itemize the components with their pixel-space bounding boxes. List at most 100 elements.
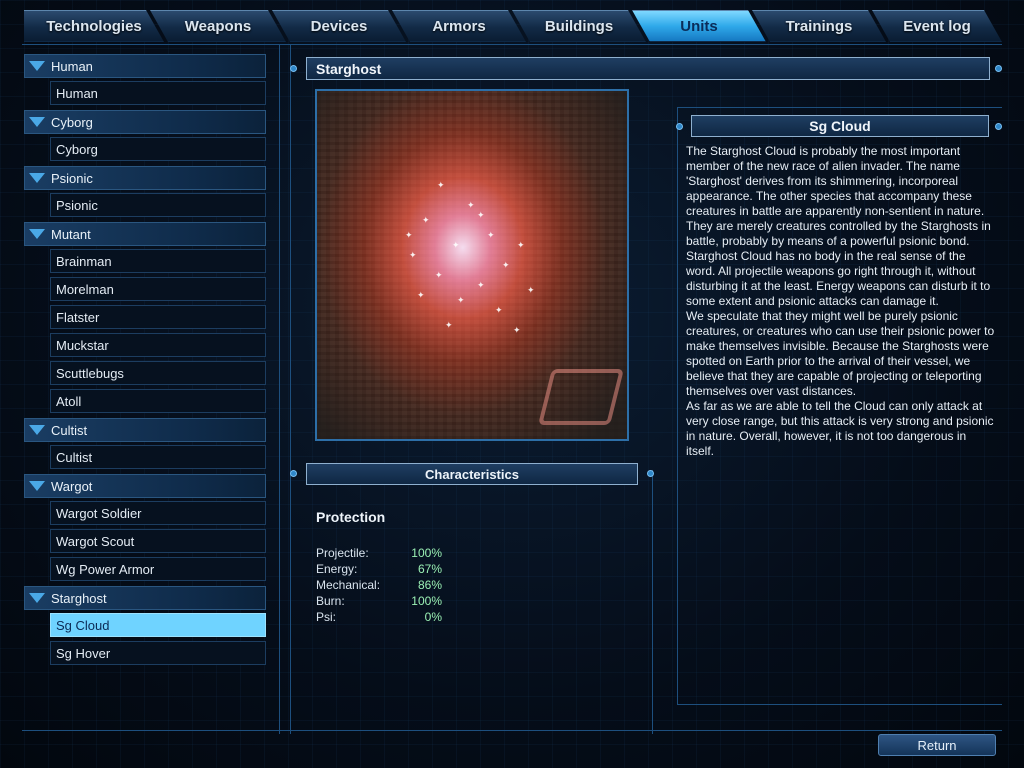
list-item-atoll[interactable]: Atoll bbox=[50, 389, 266, 413]
connector-dot bbox=[290, 65, 297, 72]
stat-value: 100% bbox=[411, 546, 442, 560]
sparkle-icon: ✦ bbox=[517, 240, 525, 250]
sparkle-icon: ✦ bbox=[437, 180, 445, 190]
list-item-wargot-scout[interactable]: Wargot Scout bbox=[50, 529, 266, 553]
sparkle-icon: ✦ bbox=[527, 285, 535, 295]
group-header-cyborg[interactable]: Cyborg bbox=[24, 110, 266, 134]
group-label: Human bbox=[51, 58, 93, 74]
list-item-scuttlebugs[interactable]: Scuttlebugs bbox=[50, 361, 266, 385]
stat-label: Projectile: bbox=[316, 546, 369, 560]
tab-armors[interactable]: Armors bbox=[392, 10, 526, 42]
list-item-morelman[interactable]: Morelman bbox=[50, 277, 266, 301]
sparkle-icon: ✦ bbox=[405, 230, 413, 240]
frame-line bbox=[22, 44, 1002, 45]
stat-label: Energy: bbox=[316, 562, 358, 576]
group-header-human[interactable]: Human bbox=[24, 54, 266, 78]
expand-triangle-icon bbox=[29, 425, 45, 435]
list-item-flatster[interactable]: Flatster bbox=[50, 305, 266, 329]
connector-dot bbox=[676, 123, 683, 130]
tab-devices[interactable]: Devices bbox=[272, 10, 406, 42]
sparkle-icon: ✦ bbox=[422, 215, 430, 225]
category-title-text: Starghost bbox=[316, 60, 382, 77]
stat-row-burn: Burn: 100% bbox=[316, 594, 442, 610]
stat-label: Burn: bbox=[316, 594, 345, 608]
expand-triangle-icon bbox=[29, 593, 45, 603]
stat-label: Mechanical: bbox=[316, 578, 381, 592]
list-item-muckstar[interactable]: Muckstar bbox=[50, 333, 266, 357]
connector-dot bbox=[995, 65, 1002, 72]
stat-value: 100% bbox=[411, 594, 442, 608]
sparkle-icon: ✦ bbox=[417, 290, 425, 300]
expand-triangle-icon bbox=[29, 481, 45, 491]
category-title: Starghost bbox=[306, 57, 990, 80]
group-header-wargot[interactable]: Wargot bbox=[24, 474, 266, 498]
tab-trainings[interactable]: Trainings bbox=[752, 10, 886, 42]
group-header-psionic[interactable]: Psionic bbox=[24, 166, 266, 190]
group-header-cultist[interactable]: Cultist bbox=[24, 418, 266, 442]
frame-line bbox=[290, 44, 291, 734]
list-item-wargot-soldier[interactable]: Wargot Soldier bbox=[50, 501, 266, 525]
list-item-sg-hover[interactable]: Sg Hover bbox=[50, 641, 266, 665]
connector-dot bbox=[290, 470, 297, 477]
sparkle-icon: ✦ bbox=[487, 230, 495, 240]
sparkle-icon: ✦ bbox=[477, 210, 485, 220]
unit-title: Sg Cloud bbox=[691, 115, 989, 137]
characteristics-title: Characteristics bbox=[425, 466, 519, 482]
group-label: Cyborg bbox=[51, 114, 93, 130]
sparkle-icon: ✦ bbox=[457, 295, 465, 305]
expand-triangle-icon bbox=[29, 229, 45, 239]
tab-bar: Technologies Weapons Devices Armors Buil… bbox=[24, 10, 1002, 42]
stat-value: 86% bbox=[417, 578, 442, 592]
unit-description: The Starghost Cloud is probably the most… bbox=[686, 144, 995, 458]
characteristics-header: Characteristics bbox=[306, 463, 638, 485]
group-label: Psionic bbox=[51, 170, 93, 186]
tab-event-log[interactable]: Event log bbox=[872, 10, 1002, 42]
list-item-cyborg[interactable]: Cyborg bbox=[50, 137, 266, 161]
return-button[interactable]: Return bbox=[878, 734, 996, 756]
list-item-brainman[interactable]: Brainman bbox=[50, 249, 266, 273]
stat-row-psi: Psi: 0% bbox=[316, 610, 442, 626]
sparkle-icon: ✦ bbox=[445, 320, 453, 330]
list-item-cultist[interactable]: Cultist bbox=[50, 445, 266, 469]
protection-title: Protection bbox=[316, 509, 386, 525]
connector-dot bbox=[995, 123, 1002, 130]
stat-label: Psi: bbox=[316, 610, 337, 624]
group-header-starghost[interactable]: Starghost bbox=[24, 586, 266, 610]
unit-image: ✦ ✦ ✦ ✦ ✦ ✦ ✦ ✦ ✦ ✦ ✦ ✦ ✦ ✦ ✦ ✦ ✦ ✦ bbox=[315, 89, 629, 441]
sparkle-icon: ✦ bbox=[467, 200, 475, 210]
list-item-human[interactable]: Human bbox=[50, 81, 266, 105]
sparkle-icon: ✦ bbox=[513, 325, 521, 335]
frame-line bbox=[279, 44, 280, 734]
tab-technologies[interactable]: Technologies bbox=[24, 10, 164, 42]
list-item-psionic[interactable]: Psionic bbox=[50, 193, 266, 217]
stat-value: 0% bbox=[424, 610, 442, 624]
sparkle-icon: ✦ bbox=[495, 305, 503, 315]
connector-dot bbox=[647, 470, 654, 477]
expand-triangle-icon bbox=[29, 117, 45, 127]
list-item-sg-cloud[interactable]: Sg Cloud bbox=[50, 613, 266, 637]
frame-line bbox=[652, 470, 653, 734]
expand-triangle-icon bbox=[29, 173, 45, 183]
sparkle-icon: ✦ bbox=[435, 270, 443, 280]
group-label: Cultist bbox=[51, 422, 88, 438]
stat-value: 67% bbox=[417, 562, 442, 576]
sparkle-icon: ✦ bbox=[502, 260, 510, 270]
sparkle-icon: ✦ bbox=[477, 280, 485, 290]
group-header-mutant[interactable]: Mutant bbox=[24, 222, 266, 246]
tab-weapons[interactable]: Weapons bbox=[150, 10, 286, 42]
expand-triangle-icon bbox=[29, 61, 45, 71]
group-label: Mutant bbox=[51, 226, 91, 242]
group-label: Wargot bbox=[51, 478, 93, 494]
stat-row-mechanical: Mechanical: 86% bbox=[316, 578, 442, 594]
sparkle-icon: ✦ bbox=[409, 250, 417, 260]
sparkle-icon: ✦ bbox=[452, 240, 460, 250]
stat-row-energy: Energy: 67% bbox=[316, 562, 442, 578]
frame-line bbox=[22, 730, 1002, 731]
group-label: Starghost bbox=[51, 590, 107, 606]
ufo-logo-icon bbox=[538, 369, 624, 425]
stat-row-projectile: Projectile: 100% bbox=[316, 546, 442, 562]
unit-title-text: Sg Cloud bbox=[809, 118, 871, 134]
list-item-wg-power-armor[interactable]: Wg Power Armor bbox=[50, 557, 266, 581]
tab-buildings[interactable]: Buildings bbox=[512, 10, 646, 42]
tab-units[interactable]: Units bbox=[632, 10, 766, 42]
